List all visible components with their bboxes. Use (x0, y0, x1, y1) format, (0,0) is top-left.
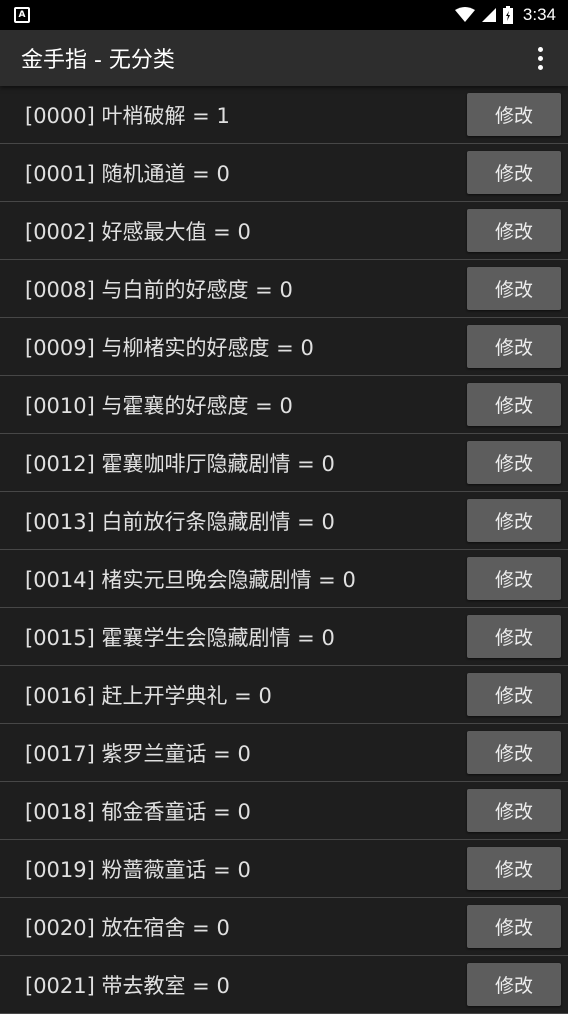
list-item: [0015] 霍襄学生会隐藏剧情 = 0 修改 (0, 608, 568, 666)
edit-button[interactable]: 修改 (467, 209, 561, 252)
overflow-dot (537, 55, 543, 61)
list-item: [0013] 白前放行条隐藏剧情 = 0 修改 (0, 492, 568, 550)
edit-button[interactable]: 修改 (467, 615, 561, 658)
cheat-label: [0019] 粉蔷薇童话 = 0 (25, 857, 251, 882)
signal-icon (481, 8, 496, 22)
status-bar: A 3:34 (0, 0, 568, 30)
cheat-label: [0001] 随机通道 = 0 (25, 161, 230, 186)
status-time: 3:34 (522, 5, 556, 24)
overflow-dot (537, 64, 543, 70)
list-item: [0010] 与霍襄的好感度 = 0 修改 (0, 376, 568, 434)
cheat-label: [0010] 与霍襄的好感度 = 0 (25, 393, 293, 418)
notification-app-icon: A (14, 7, 30, 23)
edit-button[interactable]: 修改 (467, 847, 561, 890)
cheat-label: [0017] 紫罗兰童话 = 0 (25, 741, 251, 766)
list-item: [0020] 放在宿舍 = 0 修改 (0, 898, 568, 956)
edit-button[interactable]: 修改 (467, 93, 561, 136)
edit-button[interactable]: 修改 (467, 789, 561, 832)
list-item: [0000] 叶梢破解 = 1 修改 (0, 86, 568, 144)
list-item: [0019] 粉蔷薇童话 = 0 修改 (0, 840, 568, 898)
edit-button[interactable]: 修改 (467, 383, 561, 426)
list-item: [0021] 带去教室 = 0 修改 (0, 956, 568, 1014)
page-title: 金手指 - 无分类 (21, 48, 175, 73)
edit-button[interactable]: 修改 (467, 673, 561, 716)
edit-button[interactable]: 修改 (467, 963, 561, 1006)
cheat-label: [0000] 叶梢破解 = 1 (25, 103, 230, 128)
overflow-dot (537, 46, 543, 52)
status-bar-left: A (14, 7, 30, 23)
cheat-label: [0015] 霍襄学生会隐藏剧情 = 0 (25, 625, 335, 650)
list-item: [0001] 随机通道 = 0 修改 (0, 144, 568, 202)
cheat-label: [0009] 与柳楮实的好感度 = 0 (25, 335, 314, 360)
edit-button[interactable]: 修改 (467, 267, 561, 310)
cheat-label: [0021] 带去教室 = 0 (25, 973, 230, 998)
edit-button[interactable]: 修改 (467, 905, 561, 948)
cheat-label: [0013] 白前放行条隐藏剧情 = 0 (25, 509, 335, 534)
edit-button[interactable]: 修改 (467, 557, 561, 600)
battery-icon (502, 6, 513, 24)
cheat-label: [0012] 霍襄咖啡厅隐藏剧情 = 0 (25, 451, 335, 476)
edit-button[interactable]: 修改 (467, 441, 561, 484)
list-item: [0012] 霍襄咖啡厅隐藏剧情 = 0 修改 (0, 434, 568, 492)
cheat-label: [0014] 楮实元旦晚会隐藏剧情 = 0 (25, 567, 356, 592)
cheat-label: [0018] 郁金香童话 = 0 (25, 799, 251, 824)
edit-button[interactable]: 修改 (467, 151, 561, 194)
cheat-list[interactable]: [0000] 叶梢破解 = 1 修改 [0001] 随机通道 = 0 修改 [0… (0, 86, 568, 1014)
list-item: [0014] 楮实元旦晚会隐藏剧情 = 0 修改 (0, 550, 568, 608)
cheat-label: [0020] 放在宿舍 = 0 (25, 915, 230, 940)
list-item: [0017] 紫罗兰童话 = 0 修改 (0, 724, 568, 782)
edit-button[interactable]: 修改 (467, 499, 561, 542)
list-item: [0018] 郁金香童话 = 0 修改 (0, 782, 568, 840)
edit-button[interactable]: 修改 (467, 731, 561, 774)
cheat-label: [0008] 与白前的好感度 = 0 (25, 277, 293, 302)
list-item: [0008] 与白前的好感度 = 0 修改 (0, 260, 568, 318)
cheat-label: [0002] 好感最大值 = 0 (25, 219, 251, 244)
more-vert-icon[interactable] (524, 38, 556, 78)
app-bar: 金手指 - 无分类 (0, 30, 568, 86)
list-item: [0016] 赶上开学典礼 = 0 修改 (0, 666, 568, 724)
wifi-icon (454, 7, 475, 22)
edit-button[interactable]: 修改 (467, 325, 561, 368)
cheat-label: [0016] 赶上开学典礼 = 0 (25, 683, 272, 708)
list-item: [0009] 与柳楮实的好感度 = 0 修改 (0, 318, 568, 376)
status-bar-right: 3:34 (454, 5, 556, 25)
list-item: [0002] 好感最大值 = 0 修改 (0, 202, 568, 260)
